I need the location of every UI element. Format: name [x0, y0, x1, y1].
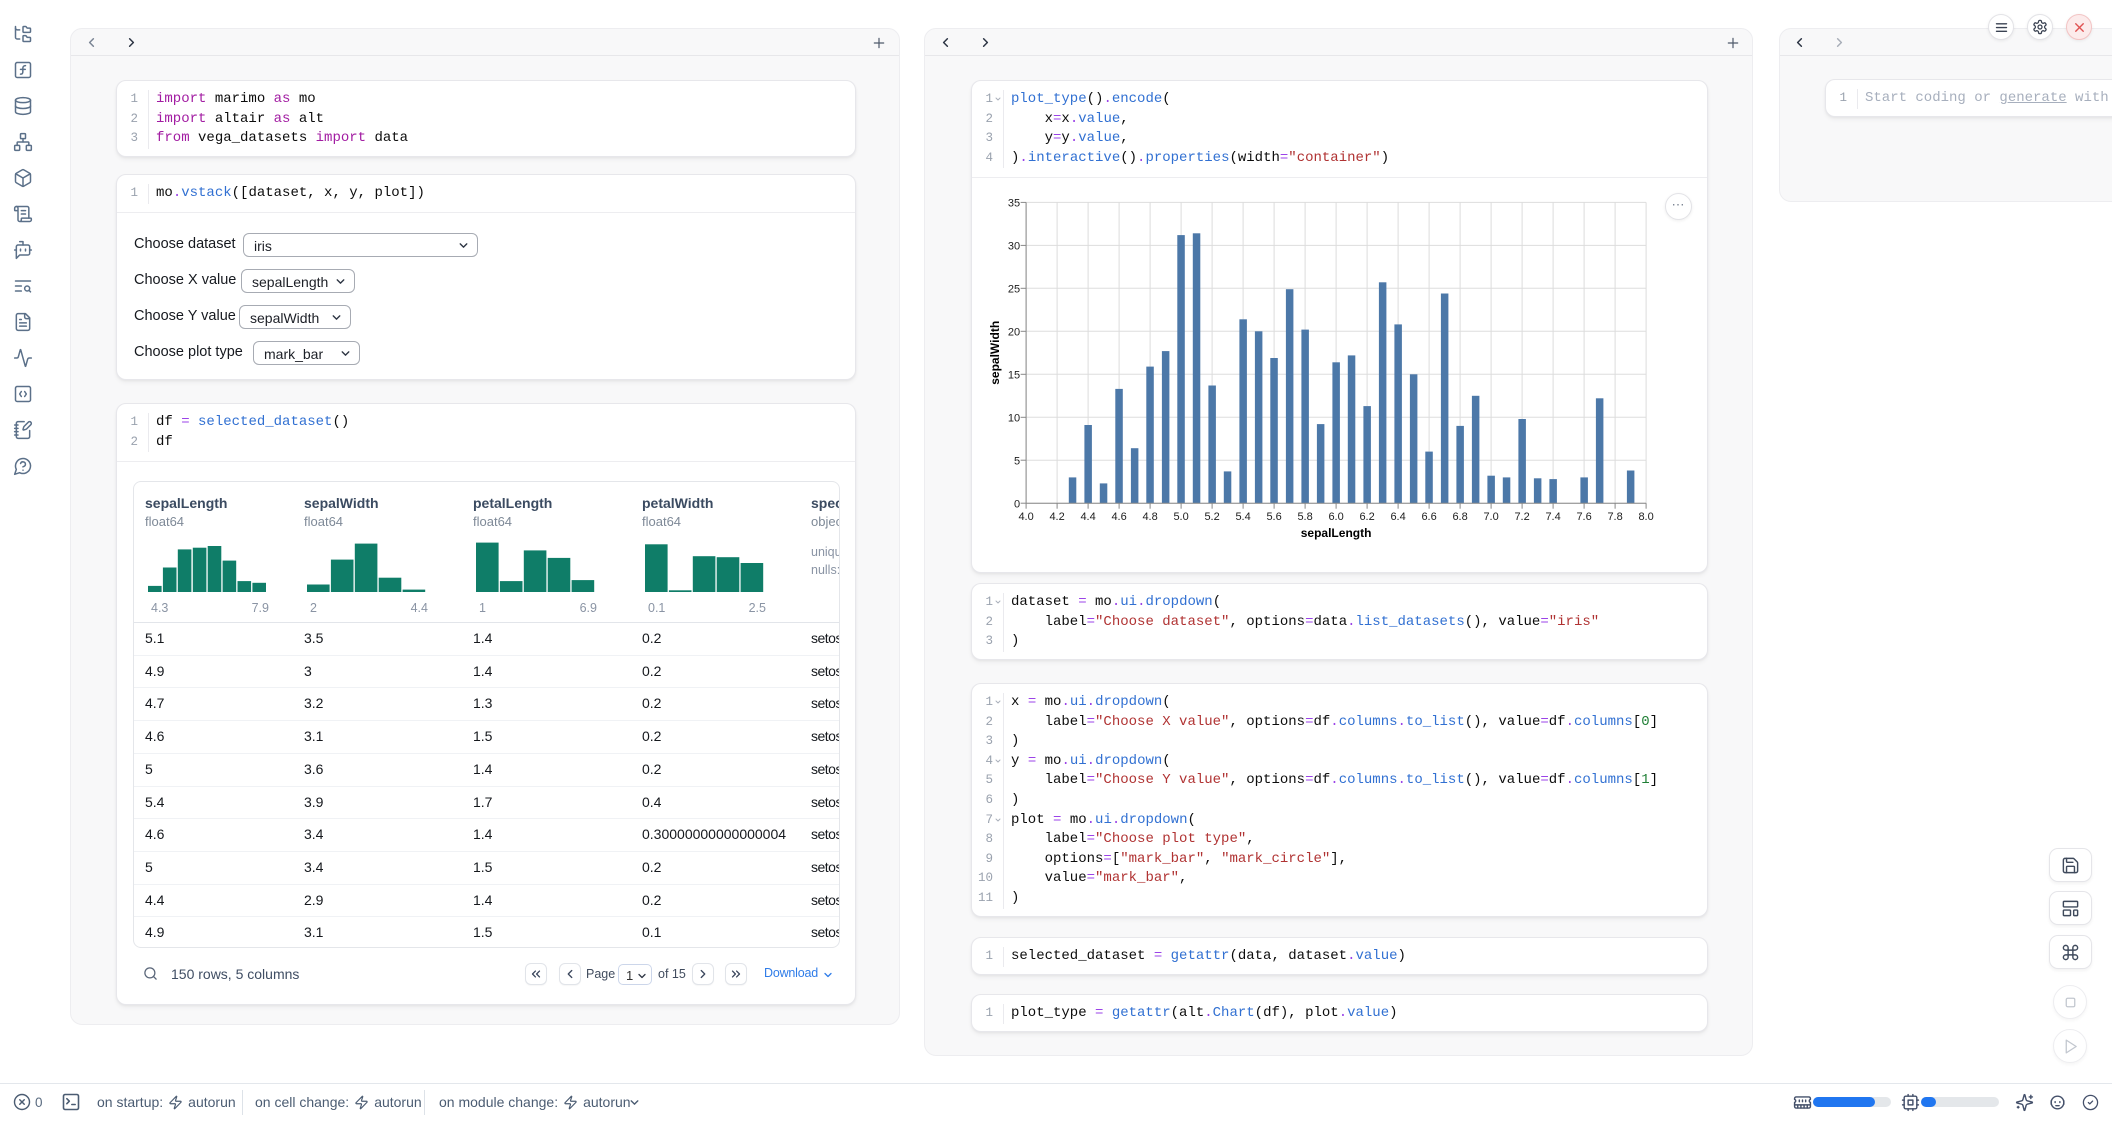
svg-text:5: 5 — [1014, 455, 1020, 467]
svg-text:sepalLength: sepalLength — [1301, 526, 1372, 540]
svg-text:sepalWidth: sepalWidth — [988, 321, 1002, 385]
svg-text:15: 15 — [1008, 370, 1020, 382]
svg-text:7.2: 7.2 — [1514, 511, 1529, 523]
svg-text:7.4: 7.4 — [1545, 511, 1560, 523]
svg-text:6.6: 6.6 — [1421, 511, 1436, 523]
svg-text:35: 35 — [1008, 198, 1020, 210]
svg-text:6.4: 6.4 — [1390, 511, 1405, 523]
svg-text:5.6: 5.6 — [1266, 511, 1281, 523]
svg-text:20: 20 — [1008, 327, 1020, 339]
svg-text:4.4: 4.4 — [1080, 511, 1095, 523]
svg-text:4.6: 4.6 — [1111, 511, 1126, 523]
svg-text:0: 0 — [1014, 498, 1020, 510]
svg-text:7.6: 7.6 — [1576, 511, 1591, 523]
svg-text:4.2: 4.2 — [1049, 511, 1064, 523]
svg-text:6.2: 6.2 — [1359, 511, 1374, 523]
svg-text:7.8: 7.8 — [1607, 511, 1622, 523]
svg-text:25: 25 — [1008, 284, 1020, 296]
svg-text:30: 30 — [1008, 241, 1020, 253]
svg-text:4.8: 4.8 — [1142, 511, 1157, 523]
svg-text:5.4: 5.4 — [1235, 511, 1250, 523]
svg-text:8.0: 8.0 — [1638, 511, 1653, 523]
svg-text:5.2: 5.2 — [1204, 511, 1219, 523]
svg-text:7.0: 7.0 — [1483, 511, 1498, 523]
svg-text:5.8: 5.8 — [1297, 511, 1312, 523]
svg-text:4.0: 4.0 — [1018, 511, 1033, 523]
svg-text:6.8: 6.8 — [1452, 511, 1467, 523]
svg-text:5.0: 5.0 — [1173, 511, 1188, 523]
svg-text:10: 10 — [1008, 413, 1020, 425]
svg-text:6.0: 6.0 — [1328, 511, 1343, 523]
